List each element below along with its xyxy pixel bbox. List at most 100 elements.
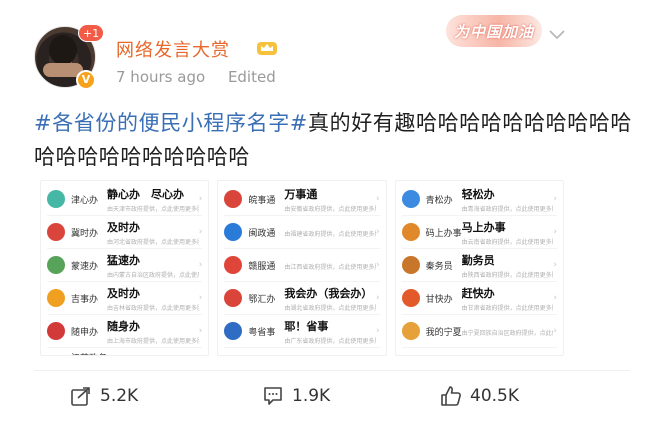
share-count: 5.2K	[100, 386, 139, 406]
mini-program-item: 江苏政务服务	[47, 348, 202, 355]
username[interactable]: 网络发言大赏	[116, 36, 230, 62]
mini-program-item: 蒙速办猛速办由内蒙古自治区政府提供，点此使用更多服务›	[47, 249, 203, 282]
chevron-right-icon: ›	[376, 227, 380, 237]
mini-program-name: 甘快办	[425, 294, 453, 305]
mini-program-text: 轻松办由青海省政府提供，点此使用更多服务	[462, 186, 554, 213]
pun-label: 轻松办	[461, 187, 495, 201]
comment-count: 1.9K	[292, 386, 331, 406]
chevron-right-icon: ›	[553, 227, 557, 237]
mini-program-text: 赶快办由甘肃省政府提供，点此使用更多服务	[462, 285, 554, 312]
mini-program-item: 鄂汇办我会办（我会办） 由湖北省政府提供，点此使用更多服务›	[224, 282, 380, 315]
chevron-right-icon: ›	[553, 260, 557, 270]
mini-program-subtitle: 由广东省政府提供，点此使用更多服务	[284, 337, 376, 345]
pun-label: 赶快办	[461, 286, 495, 300]
post-time: 7 hours ago	[116, 68, 206, 86]
mini-program-item: 津心办静心办 尽心办由天津市政府提供，点此使用更多服务›	[47, 183, 203, 216]
pun-label: 耶！省事	[284, 319, 329, 333]
thumbs-up-icon	[441, 386, 461, 406]
mini-program-name: 闽政通	[248, 228, 276, 239]
mini-program-item: 随申办随身办由上海市政府提供，点此使用更多服务›	[47, 315, 203, 348]
hashtag-link[interactable]: #各省份的便民小程序名字#	[34, 111, 308, 135]
mini-program-name: 码上办事	[425, 228, 462, 239]
divider	[34, 370, 630, 371]
mini-program-subtitle: 由云南省政府提供，点此使用更多服务	[461, 238, 554, 246]
verified-badge-icon: V	[76, 70, 96, 90]
mini-program-text: 及时办由吉林省政府提供，点此使用更多服务	[107, 285, 199, 312]
follow-count-badge: +1	[78, 24, 105, 42]
leaf-icon	[47, 190, 65, 208]
ring-icon	[224, 289, 243, 307]
mini-program-subtitle: 由安徽省政府提供，点此使用更多服务	[284, 205, 376, 213]
star-icon	[224, 322, 243, 340]
mini-program-text: 马上办事由云南省政府提供，点此使用更多服务	[462, 219, 554, 246]
promo-banner[interactable]: 为中国加油	[446, 15, 542, 47]
chevron-right-icon: ›	[198, 260, 203, 270]
like-button[interactable]: 40.5K	[440, 382, 519, 410]
mini-program-name: 粤省事	[248, 327, 276, 338]
sun-icon	[401, 289, 420, 307]
chevron-right-icon: ›	[376, 293, 380, 303]
image-panel[interactable]: 津心办静心办 尽心办由天津市政府提供，点此使用更多服务›冀时办及时办由河北省政府…	[40, 180, 210, 356]
mini-program-text: 随身办由上海市政府提供，点此使用更多服务	[107, 318, 199, 345]
mini-program-name: 赣服通	[248, 261, 276, 272]
mini-program-item: 闽政通由福建省政府提供，点此使用更多服务›	[224, 216, 380, 249]
like-count: 40.5K	[470, 386, 519, 406]
mini-program-text: 由宁夏回族自治区政府提供，点此使用更多服务	[462, 326, 554, 337]
avatar-head	[49, 35, 77, 65]
seal-icon	[47, 223, 65, 241]
mini-program-subtitle: 由河北省政府提供，点此使用更多服务	[107, 238, 199, 246]
mini-program-item: 码上办事马上办事由云南省政府提供，点此使用更多服务›	[401, 216, 557, 249]
chevron-down-icon[interactable]	[548, 28, 566, 40]
pun-label: 我会办（我会办）	[284, 286, 373, 300]
mini-program-text: 耶！省事由广东省政府提供，点此使用更多服务	[284, 318, 376, 345]
face-icon	[401, 322, 420, 340]
chevron-right-icon: ›	[553, 293, 557, 303]
qr-icon	[401, 223, 420, 241]
mini-program-item: 爱山东	[224, 348, 379, 355]
mini-program-item: 冀时办及时办由河北省政府提供，点此使用更多服务›	[47, 216, 203, 249]
badge-icon	[224, 190, 243, 208]
mini-program-subtitle: 由吉林省政府提供，点此使用更多服务	[107, 304, 199, 312]
bird-icon	[47, 289, 65, 307]
mini-program-subtitle: 由陕西省政府提供，点此使用更多服务	[461, 271, 554, 279]
comment-button[interactable]: 1.9K	[262, 382, 330, 410]
mini-program-subtitle: 由天津市政府提供，点此使用更多服务	[107, 205, 199, 213]
mini-program-item: 皖事通万事通由安徽省政府提供，点此使用更多服务›	[224, 183, 380, 216]
mini-program-text: 我会办（我会办） 由湖北省政府提供，点此使用更多服务	[284, 285, 376, 312]
comment-icon	[264, 387, 282, 405]
mini-program-subtitle: 由湖北省政府提供，点此使用更多服务	[284, 304, 376, 312]
mini-program-subtitle: 由福建省政府提供，点此使用更多服务	[284, 230, 376, 238]
flower-icon	[47, 322, 65, 340]
chevron-right-icon: ›	[376, 260, 380, 270]
dome-icon	[401, 256, 420, 274]
share-button[interactable]: 5.2K	[70, 382, 138, 410]
pun-label: 猛速办	[107, 253, 140, 267]
image-panel[interactable]: 皖事通万事通由安徽省政府提供，点此使用更多服务›闽政通由福建省政府提供，点此使用…	[217, 180, 387, 356]
mini-program-name: 皖事通	[248, 195, 276, 206]
mini-program-name: 吉事办	[71, 294, 99, 305]
mini-program-name: 津心办	[71, 195, 99, 206]
pun-label: 静心办 尽心办	[107, 187, 184, 201]
pun-label: 万事通	[284, 187, 318, 201]
mini-program-name: 随申办	[71, 327, 99, 338]
mini-program-name: 江苏政务服务	[71, 351, 107, 355]
mini-program-name: 冀时办	[71, 228, 99, 239]
mini-program-item: 秦务员勤务员由陕西省政府提供，点此使用更多服务›	[401, 249, 557, 282]
post-text: #各省份的便民小程序名字#真的好有趣哈哈哈哈哈哈哈哈哈哈哈哈哈哈哈哈哈哈哈哈	[34, 106, 634, 174]
edited-label[interactable]: Edited	[228, 68, 276, 86]
pine-icon	[401, 190, 420, 208]
mini-program-text: 万事通由安徽省政府提供，点此使用更多服务	[284, 186, 376, 213]
image-grid[interactable]: 津心办静心办 尽心办由天津市政府提供，点此使用更多服务›冀时办及时办由河北省政府…	[40, 180, 564, 356]
mini-program-name: 我的宁夏	[425, 327, 462, 338]
image-panel[interactable]: 青松办轻松办由青海省政府提供，点此使用更多服务›码上办事马上办事由云南省政府提供…	[394, 180, 564, 356]
mini-program-item: 我的宁夏由宁夏回族自治区政府提供，点此使用更多服务›	[401, 315, 557, 348]
mini-program-subtitle: 由甘肃省政府提供，点此使用更多服务	[461, 304, 554, 312]
mini-program-text: 勤务员由陕西省政府提供，点此使用更多服务	[462, 252, 554, 279]
chevron-right-icon: ›	[553, 194, 557, 204]
mini-program-text: 猛速办由内蒙古自治区政府提供，点此使用更多服务	[107, 252, 199, 279]
chevron-right-icon: ›	[198, 227, 203, 237]
mini-program-subtitle: 由江西省政府提供，点此使用更多服务	[284, 263, 376, 271]
mini-program-subtitle: 由宁夏回族自治区政府提供，点此使用更多服务	[461, 329, 554, 337]
mini-program-name: 鄂汇办	[248, 294, 276, 305]
mini-program-text: 由江西省政府提供，点此使用更多服务	[284, 260, 376, 271]
